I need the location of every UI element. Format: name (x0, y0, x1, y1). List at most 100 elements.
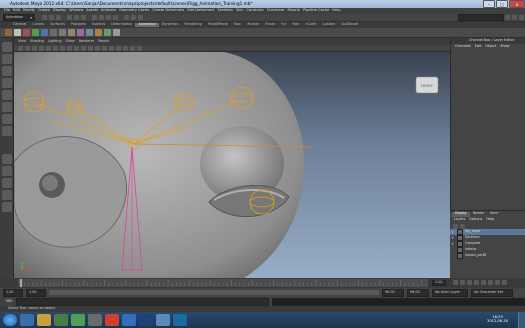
play-backwards-icon[interactable] (474, 280, 479, 285)
start-button[interactable] (3, 314, 17, 326)
menuset-dropdown[interactable]: Animation ▾ (3, 14, 35, 21)
command-language-label[interactable]: MEL (6, 299, 13, 303)
app-taskbar-icon[interactable] (88, 314, 102, 326)
shelf-menu-icon[interactable] (5, 29, 12, 36)
scale-tool-icon[interactable] (1, 102, 12, 112)
shelf-tab-general[interactable]: General (10, 22, 29, 26)
toggle-tool-settings-icon[interactable] (519, 15, 524, 20)
bookmarks-icon[interactable] (32, 45, 37, 51)
menu-edit[interactable]: Edit (13, 9, 20, 13)
time-slider[interactable]: 1.00 (0, 278, 525, 288)
layer-tab-anim[interactable]: Anim (487, 212, 501, 217)
time-slider-ticks[interactable] (0, 278, 525, 288)
key-scale-icon[interactable] (41, 29, 48, 36)
menu-animate[interactable]: Animate (101, 9, 116, 13)
film-gate-icon[interactable] (53, 45, 58, 51)
shelf-tab-gozbrush[interactable]: GoZBrush (338, 22, 361, 26)
taskbar-clock[interactable]: 16:29 2012-06-30 (487, 316, 508, 323)
channel-menu-show[interactable]: Show (500, 44, 509, 48)
layer-color-swatch[interactable] (457, 253, 463, 259)
manipulator-tool-icon[interactable] (1, 114, 12, 124)
explorer-taskbar-icon[interactable] (37, 314, 51, 326)
viewcube[interactable]: FRONT (415, 76, 439, 94)
go-to-start-icon[interactable] (453, 280, 458, 285)
menu-file[interactable]: File (4, 9, 10, 13)
shelf-tab-curves[interactable]: Curves (29, 22, 47, 26)
smooth-shade-icon[interactable] (95, 45, 100, 51)
shelf-tab-fur[interactable]: Fur (278, 22, 289, 26)
character-set-dropdown[interactable]: No Character Set (471, 288, 513, 297)
grid-icon[interactable] (46, 45, 51, 51)
playblast-icon[interactable] (68, 29, 75, 36)
menu-modify[interactable]: Modify (23, 9, 35, 13)
layer-menu-layers[interactable]: Layers (454, 217, 465, 221)
lasso-tool-icon[interactable] (1, 54, 12, 64)
channel-menu-object[interactable]: Object (485, 44, 496, 48)
graph-editor-icon[interactable] (50, 29, 57, 36)
channel-menu-edit[interactable]: Edit (475, 44, 482, 48)
select-object-icon[interactable] (74, 15, 79, 20)
menu-pipeline-cache[interactable]: Pipeline Cache (303, 9, 329, 13)
menu-constrain[interactable]: Constrain (247, 9, 264, 13)
shelf-tab-hair[interactable]: Hair (289, 22, 302, 26)
select-camera-icon[interactable] (18, 45, 23, 51)
key-translate-icon[interactable] (23, 29, 30, 36)
panel-menu-show[interactable]: Show (66, 39, 75, 43)
torrent-taskbar-icon[interactable] (71, 314, 85, 326)
isolate-select-icon[interactable] (137, 45, 142, 51)
current-time-marker[interactable] (20, 279, 22, 287)
ik-handle-icon[interactable] (95, 29, 102, 36)
panel-menu-renderer[interactable]: Renderer (79, 39, 94, 43)
layout-single-icon[interactable] (1, 154, 12, 164)
anim-start-field[interactable]: 1.00 (3, 288, 23, 297)
shelf-tab-fluids[interactable]: Fluids (262, 22, 278, 26)
paint-select-tool-icon[interactable] (1, 66, 12, 76)
save-scene-icon[interactable] (56, 15, 61, 20)
step-forward-frame-icon[interactable] (488, 280, 493, 285)
layer-menu-help[interactable]: Help (486, 217, 494, 221)
shelf-tab-subdivs[interactable]: Subdivs (89, 22, 108, 26)
show-desktop-button[interactable] (518, 312, 525, 328)
menu-create[interactable]: Create (38, 9, 50, 13)
shelf-tab-ncloth[interactable]: nCloth (302, 22, 319, 26)
wireframe-on-shaded-icon[interactable] (102, 45, 107, 51)
ie-taskbar-icon[interactable] (20, 314, 34, 326)
panel-menu-panels[interactable]: Panels (98, 39, 109, 43)
menu-skeleton[interactable]: Skeleton (217, 9, 233, 13)
gate-mask-icon[interactable] (67, 45, 72, 51)
new-layer-icon[interactable] (453, 223, 458, 229)
shelf-tab-animation[interactable]: Animation (135, 22, 159, 27)
close-button[interactable]: ✕ (509, 0, 525, 8)
shelf-tab-polygons[interactable]: Polygons (68, 22, 89, 26)
current-time-field[interactable]: 1.00 (432, 280, 446, 286)
media-taskbar-icon[interactable] (54, 314, 68, 326)
menu-skin[interactable]: Skin (236, 9, 244, 13)
image-plane-icon[interactable] (39, 45, 44, 51)
set-key-icon[interactable] (14, 29, 21, 36)
select-component-icon[interactable] (81, 15, 86, 20)
layer-visibility[interactable]: V (450, 230, 455, 234)
channel-menu-channels[interactable]: Channels (455, 44, 471, 48)
menu-edit-deformers[interactable]: Edit Deformers (187, 9, 214, 13)
step-back-key-icon[interactable] (460, 280, 465, 285)
path-animation-icon[interactable] (86, 29, 93, 36)
viewport-scene[interactable]: FRONT (14, 52, 450, 278)
layout-persp-outliner-icon[interactable] (1, 178, 12, 188)
menu-character[interactable]: Character (267, 9, 285, 13)
ghost-icon[interactable] (113, 29, 120, 36)
menu-assets[interactable]: Assets (86, 9, 98, 13)
layer-menu-options[interactable]: Options (469, 217, 482, 221)
toggle-attribute-editor-icon[interactable] (512, 15, 517, 20)
minimize-button[interactable]: – (483, 0, 495, 8)
select-tool-icon[interactable] (1, 42, 12, 52)
menu-muscle[interactable]: Muscle (288, 9, 300, 13)
layout-persp-graph-icon[interactable] (1, 190, 12, 200)
playback-start-field[interactable]: 1.00 (26, 288, 46, 297)
snap-grid-icon[interactable] (92, 15, 97, 20)
snap-point-icon[interactable] (106, 15, 111, 20)
step-back-frame-icon[interactable] (467, 280, 472, 285)
menu-window[interactable]: Window (69, 9, 83, 13)
key-rotate-icon[interactable] (32, 29, 39, 36)
open-scene-icon[interactable] (49, 15, 54, 20)
shelf-tab-toon[interactable]: Toon (231, 22, 245, 26)
